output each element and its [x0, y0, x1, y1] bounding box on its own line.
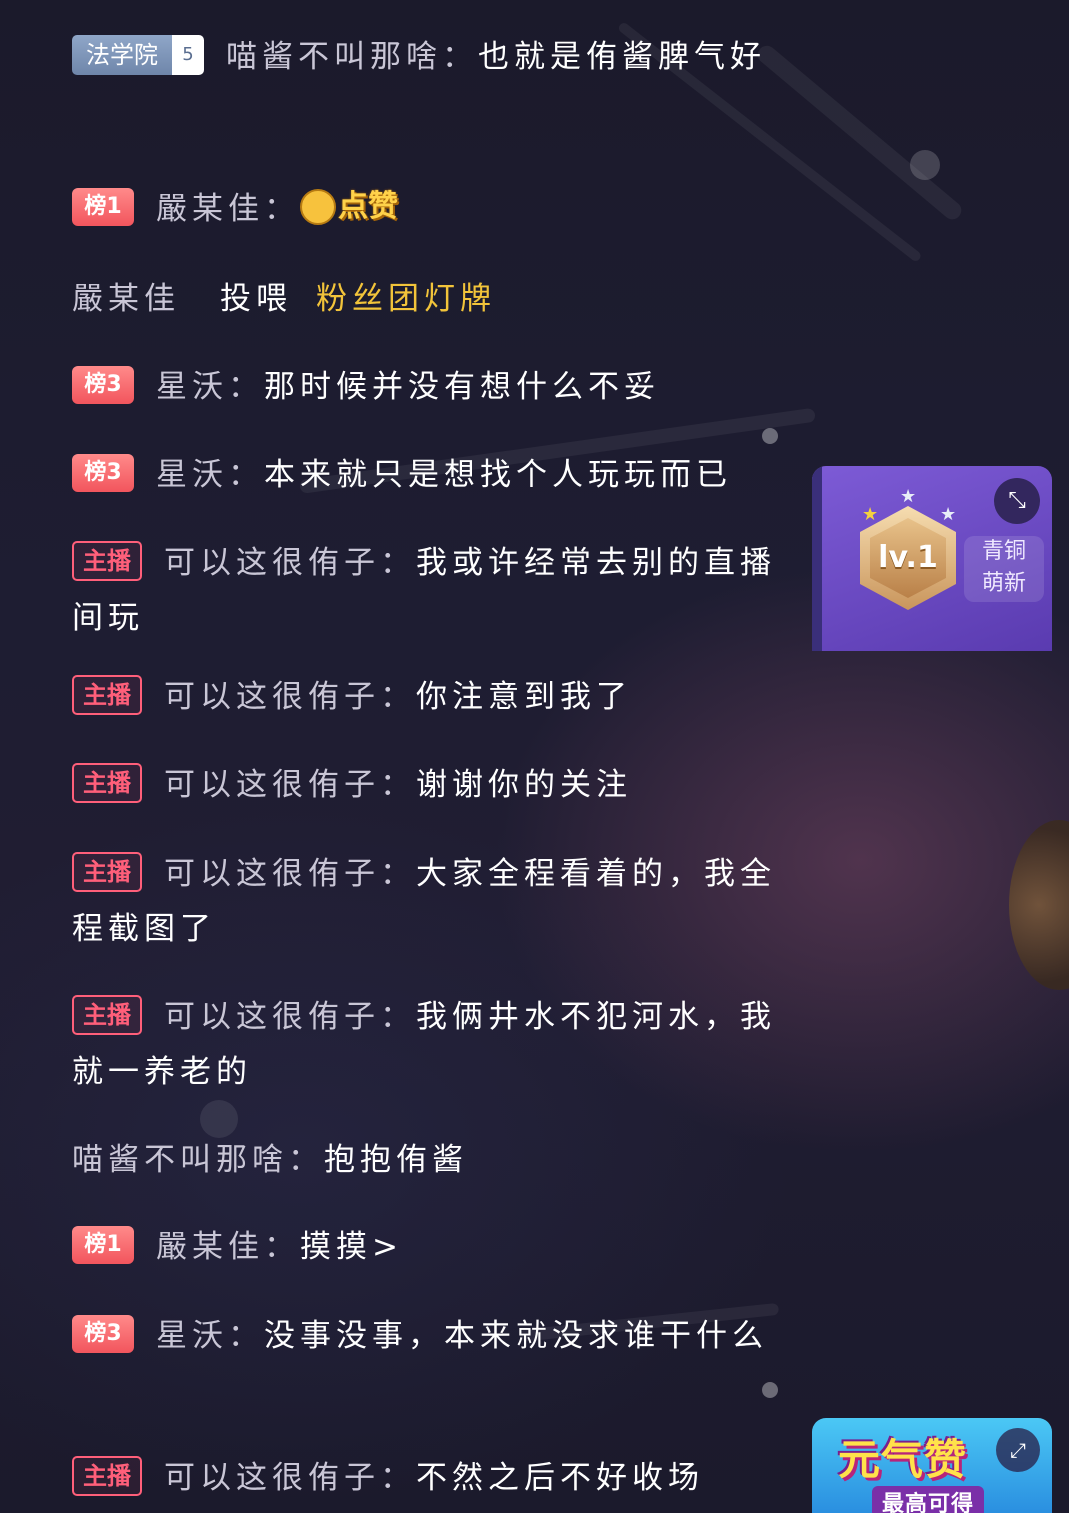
chat-text: 你注意到我了: [416, 679, 632, 715]
chat-text: 摸摸>: [300, 1229, 403, 1265]
chat-text: 抱抱侑酱: [324, 1142, 468, 1178]
chat-message: 榜3 星沃：没事没事，本来就没求谁干什么: [72, 1309, 792, 1364]
gift-name: 粉丝团灯牌: [316, 281, 496, 317]
host-badge[interactable]: 主播: [72, 851, 142, 892]
chat-username[interactable]: 可以这很侑子：: [164, 1460, 416, 1496]
chat-message: 法学院 5 喵酱不叫那啥：也就是侑酱脾气好: [72, 30, 792, 85]
star-icon: ★: [900, 486, 917, 507]
chat-username[interactable]: 可以这很侑子：: [164, 856, 416, 892]
chat-message: 喵酱不叫那啥：抱抱侑酱: [72, 1133, 792, 1188]
chat-username[interactable]: 嚴某佳：: [156, 1229, 300, 1265]
rank-badge[interactable]: 榜3: [72, 365, 134, 404]
chat-message: 主播 可以这很侑子：你注意到我了: [72, 670, 792, 725]
host-badge[interactable]: 主播: [72, 762, 142, 803]
chat-message: 主播 可以这很侑子：谢谢你的关注: [72, 758, 792, 813]
background-planet: [1009, 820, 1069, 990]
chat-text: 那时候并没有想什么不妥: [264, 369, 660, 405]
background-dot: [762, 1382, 778, 1398]
like-sticker-text: 点赞: [338, 189, 398, 224]
host-badge[interactable]: 主播: [72, 1455, 142, 1496]
chat-text: 也就是侑酱脾气好: [478, 39, 766, 75]
chat-username[interactable]: 可以这很侑子：: [164, 767, 416, 803]
chat-text: 本来就只是想找个人玩玩而已: [264, 457, 732, 493]
chat-message: 榜3 星沃：本来就只是想找个人玩玩而已: [72, 448, 792, 503]
chat-username[interactable]: 喵酱不叫那啥：: [72, 1142, 324, 1178]
gift-notice: 嚴某佳 投喂 粉丝团灯牌: [72, 272, 792, 327]
collapse-arrows-icon[interactable]: ⤡: [994, 478, 1040, 524]
host-badge[interactable]: 主播: [72, 674, 142, 715]
chat-text: 没事没事，本来就没求谁干什么: [264, 1318, 768, 1354]
chat-message: 榜1 嚴某佳： 点赞: [72, 182, 792, 237]
chat-text: 谢谢你的关注: [416, 767, 632, 803]
chat-username[interactable]: 星沃：: [156, 369, 264, 405]
chat-username[interactable]: 星沃：: [156, 457, 264, 493]
star-icon: ★: [940, 504, 957, 525]
card-edge: [812, 466, 822, 651]
chat-message: 主播 可以这很侑子：我或许经常去别的直播间玩: [72, 536, 792, 646]
background-dot: [762, 428, 778, 444]
expand-arrows-icon[interactable]: ⤢: [996, 1428, 1040, 1472]
chat-text: 不然之后不好收场: [416, 1460, 704, 1496]
fan-club-level: 5: [172, 34, 204, 75]
tier-line-1: 青铜: [981, 539, 1026, 564]
rank-badge[interactable]: 榜1: [72, 1225, 134, 1264]
tier-line-2: 萌新: [981, 571, 1026, 596]
rank-badge[interactable]: 榜1: [72, 187, 134, 226]
chat-username[interactable]: 嚴某佳：: [156, 191, 300, 227]
chat-username[interactable]: 可以这很侑子：: [164, 545, 416, 581]
rank-badge[interactable]: 榜3: [72, 453, 134, 492]
fan-club-name: 法学院: [72, 34, 172, 75]
chat-username[interactable]: 喵酱不叫那啥：: [226, 39, 478, 75]
gift-action: 投喂: [220, 281, 292, 317]
chat-message: 主播 可以这很侑子：大家全程看着的，我全程截图了: [72, 847, 792, 957]
fan-level-card[interactable]: ★ ★ ★ lv.1 青铜 萌新 ⤡: [812, 466, 1052, 651]
fan-club-badge[interactable]: 法学院 5: [72, 34, 204, 75]
host-badge[interactable]: 主播: [72, 994, 142, 1035]
chat-username[interactable]: 星沃：: [156, 1318, 264, 1354]
chat-message: 榜1 嚴某佳：摸摸>: [72, 1220, 792, 1275]
host-badge[interactable]: 主播: [72, 540, 142, 581]
chat-username[interactable]: 可以这很侑子：: [164, 999, 416, 1035]
tier-label: 青铜 萌新: [964, 536, 1044, 602]
star-icon: ★: [862, 504, 879, 525]
rank-badge[interactable]: 榜3: [72, 1314, 134, 1353]
chat-message: 主播 可以这很侑子：我俩井水不犯河水，我就一养老的: [72, 990, 792, 1100]
chat-message: 榜3 星沃：那时候并没有想什么不妥: [72, 360, 792, 415]
like-sticker-icon: 点赞: [300, 186, 398, 228]
gift-sender[interactable]: 嚴某佳: [72, 281, 180, 317]
background-dot: [910, 150, 940, 180]
chat-message: 主播 可以这很侑子：不然之后不好收场: [72, 1451, 792, 1506]
promo-title: 元气赞: [838, 1435, 968, 1484]
promo-banner[interactable]: 元气赞 最高可得 ⤢: [812, 1418, 1052, 1513]
chat-username[interactable]: 可以这很侑子：: [164, 679, 416, 715]
promo-subtitle: 最高可得: [872, 1486, 985, 1513]
